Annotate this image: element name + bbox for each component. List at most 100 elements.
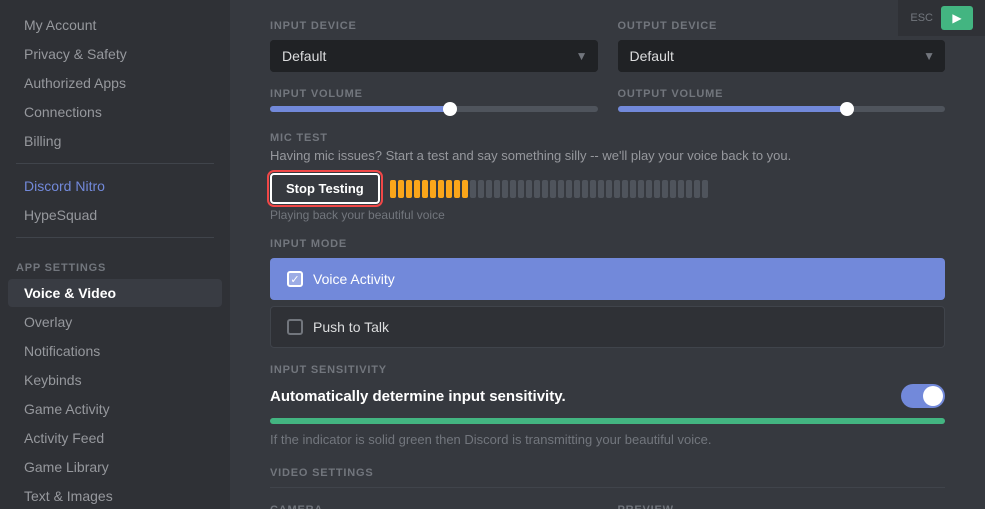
mic-bar-10 <box>470 180 476 198</box>
app-settings-header: APP SETTINGS <box>0 246 230 278</box>
mic-bar-28 <box>614 180 620 198</box>
sidebar-item-authorized-apps[interactable]: Authorized Apps <box>8 69 222 97</box>
mic-bar-6 <box>438 180 444 198</box>
mic-bar-25 <box>590 180 596 198</box>
sidebar-item-hypesquad[interactable]: HypeSquad <box>8 201 222 229</box>
sidebar-item-game-library[interactable]: Game Library <box>8 453 222 481</box>
stop-testing-button[interactable]: Stop Testing <box>270 173 380 204</box>
sidebar-item-my-account[interactable]: My Account <box>8 11 222 39</box>
sidebar-item-keybinds[interactable]: Keybinds <box>8 366 222 394</box>
mic-bar-21 <box>558 180 564 198</box>
voice-activity-checkbox[interactable] <box>287 271 303 287</box>
mic-bar-39 <box>702 180 708 198</box>
mic-test-desc: Having mic issues? Start a test and say … <box>270 148 945 163</box>
mic-bar-8 <box>454 180 460 198</box>
mic-bar-9 <box>462 180 468 198</box>
input-device-select-wrapper: Default ▼ <box>270 40 598 72</box>
output-device-select-wrapper: Default ▼ <box>618 40 946 72</box>
mic-bar-14 <box>502 180 508 198</box>
mic-bar-4 <box>422 180 428 198</box>
mic-bar-37 <box>686 180 692 198</box>
camera-label: CAMERA <box>270 504 598 509</box>
mic-bar-22 <box>566 180 572 198</box>
output-volume-label: OUTPUT VOLUME <box>618 88 946 100</box>
output-volume-thumb[interactable] <box>840 102 854 116</box>
auto-sensitivity-toggle[interactable] <box>901 384 945 408</box>
input-device-label: INPUT DEVICE <box>270 20 598 32</box>
output-device-col: OUTPUT DEVICE Default ▼ <box>618 20 946 72</box>
mic-bar-33 <box>654 180 660 198</box>
output-device-label: OUTPUT DEVICE <box>618 20 946 32</box>
mic-bar-23 <box>574 180 580 198</box>
mic-meter <box>390 180 945 198</box>
push-to-talk-option[interactable]: Push to Talk <box>270 306 945 348</box>
video-settings-title: VIDEO SETTINGS <box>270 467 945 488</box>
mic-bar-35 <box>670 180 676 198</box>
sidebar-item-notifications[interactable]: Notifications <box>8 337 222 365</box>
mic-bar-12 <box>486 180 492 198</box>
mic-bar-32 <box>646 180 652 198</box>
mic-bar-36 <box>678 180 684 198</box>
sidebar-item-activity-feed[interactable]: Activity Feed <box>8 424 222 452</box>
mic-bar-24 <box>582 180 588 198</box>
voice-activity-option[interactable]: Voice Activity <box>270 258 945 300</box>
output-device-select[interactable]: Default <box>618 40 946 72</box>
mic-bar-5 <box>430 180 436 198</box>
sidebar-divider-2 <box>16 237 214 238</box>
toggle-knob <box>923 386 943 406</box>
sidebar-item-privacy-safety[interactable]: Privacy & Safety <box>8 40 222 68</box>
mic-bar-2 <box>406 180 412 198</box>
sidebar-item-discord-nitro[interactable]: Discord Nitro <box>8 172 222 200</box>
sidebar-item-voice-video[interactable]: Voice & Video <box>8 279 222 307</box>
input-volume-col: INPUT VOLUME <box>270 88 598 112</box>
input-volume-fill <box>270 106 450 112</box>
mic-bar-17 <box>526 180 532 198</box>
mic-bar-3 <box>414 180 420 198</box>
input-volume-thumb[interactable] <box>443 102 457 116</box>
device-row: INPUT DEVICE Default ▼ OUTPUT DEVICE Def… <box>270 20 945 72</box>
sidebar-divider-1 <box>16 163 214 164</box>
input-sensitivity-label: INPUT SENSITIVITY <box>270 364 945 376</box>
mic-bar-30 <box>630 180 636 198</box>
output-volume-fill <box>618 106 847 112</box>
output-volume-track[interactable] <box>618 106 946 112</box>
sidebar-item-game-activity[interactable]: Game Activity <box>8 395 222 423</box>
esc-label[interactable]: ESC <box>910 12 933 24</box>
mic-bar-38 <box>694 180 700 198</box>
main-content: INPUT DEVICE Default ▼ OUTPUT DEVICE Def… <box>230 0 985 509</box>
mic-bar-0 <box>390 180 396 198</box>
preview-label: PREVIEW <box>618 504 946 509</box>
sensitivity-bar-fill <box>270 418 945 424</box>
mic-bar-20 <box>550 180 556 198</box>
sensitivity-hint: If the indicator is solid green then Dis… <box>270 432 945 447</box>
mic-bar-34 <box>662 180 668 198</box>
input-volume-track[interactable] <box>270 106 598 112</box>
mic-bar-11 <box>478 180 484 198</box>
mic-bar-26 <box>598 180 604 198</box>
push-to-talk-checkbox[interactable] <box>287 319 303 335</box>
mic-bar-27 <box>606 180 612 198</box>
top-right-bar: ESC <box>898 0 985 36</box>
mic-bar-1 <box>398 180 404 198</box>
voice-activity-label: Voice Activity <box>313 271 395 287</box>
sidebar-item-overlay[interactable]: Overlay <box>8 308 222 336</box>
camera-row: CAMERA No Video Devices ▼ PREVIEW ⬋ <box>270 504 945 509</box>
push-to-talk-label: Push to Talk <box>313 319 389 335</box>
preview-col: PREVIEW ⬋ <box>618 504 946 509</box>
playing-back-text: Playing back your beautiful voice <box>270 208 945 222</box>
mic-bar-7 <box>446 180 452 198</box>
sidebar-item-connections[interactable]: Connections <box>8 98 222 126</box>
output-volume-col: OUTPUT VOLUME <box>618 88 946 112</box>
sidebar-item-text-images[interactable]: Text & Images <box>8 482 222 509</box>
camera-col: CAMERA No Video Devices ▼ <box>270 504 598 509</box>
sidebar: My AccountPrivacy & SafetyAuthorized App… <box>0 0 230 509</box>
mic-test-row: Stop Testing <box>270 173 945 204</box>
sensitivity-row: Automatically determine input sensitivit… <box>270 384 945 408</box>
mic-bar-15 <box>510 180 516 198</box>
volume-row: INPUT VOLUME OUTPUT VOLUME <box>270 88 945 112</box>
input-device-select[interactable]: Default <box>270 40 598 72</box>
mic-bar-13 <box>494 180 500 198</box>
play-button[interactable] <box>941 6 973 30</box>
mic-bar-18 <box>534 180 540 198</box>
sidebar-item-billing[interactable]: Billing <box>8 127 222 155</box>
